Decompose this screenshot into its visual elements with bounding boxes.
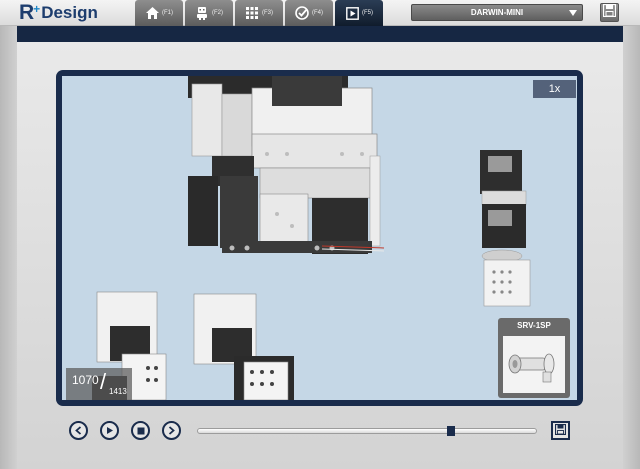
main-assembly [188, 76, 385, 254]
play-icon [345, 6, 359, 20]
chevron-left-icon [74, 422, 83, 440]
grid-icon [245, 6, 259, 20]
frame-side-right [623, 26, 640, 469]
step-total: 1413 [109, 387, 127, 396]
assembly-viewport: 1x 1070 / 1413 SRV-1SP [56, 70, 583, 406]
logo-design: Design [41, 3, 98, 22]
robot-icon [195, 6, 209, 20]
tab-key-label: (F4) [312, 10, 323, 16]
model-select-value: DARWIN-MINI [470, 8, 524, 17]
check-icon [295, 6, 309, 20]
frame-side-left [0, 26, 17, 469]
play-icon [105, 422, 114, 440]
zoom-level-badge[interactable]: 1x [533, 80, 576, 98]
model-select[interactable]: DARWIN-MINI [411, 4, 583, 21]
floppy-disk-icon [602, 3, 617, 22]
mode-tabs: (F1) (F2) (F3) (F4) (F5) [135, 0, 383, 26]
tab-key-label: (F3) [262, 10, 273, 16]
logo-r: R [19, 1, 34, 24]
app-logo: R + Design [19, 1, 98, 24]
export-button[interactable] [551, 421, 570, 440]
tab-home[interactable]: (F1) [135, 0, 183, 26]
next-step-button[interactable] [162, 421, 181, 440]
floppy-disk-icon [554, 422, 567, 440]
part-preview-image [503, 336, 565, 393]
save-button[interactable] [600, 3, 619, 22]
play-button[interactable] [100, 421, 119, 440]
servo-stack [480, 150, 531, 307]
stop-icon [137, 422, 145, 440]
step-timeline-slider[interactable] [197, 426, 537, 436]
tab-key-label: (F2) [212, 10, 223, 16]
assembly-canvas[interactable]: 1x 1070 / 1413 SRV-1SP [62, 76, 577, 400]
chevron-down-icon [569, 10, 577, 16]
tab-play[interactable]: (F5) [335, 0, 383, 26]
previous-step-button[interactable] [69, 421, 88, 440]
logo-plus: + [33, 1, 41, 16]
timeline-thumb[interactable] [447, 426, 455, 436]
step-separator: / [100, 369, 107, 394]
part-preview: SRV-1SP [498, 318, 570, 398]
part-name: SRV-1SP [517, 321, 551, 330]
tab-grid[interactable]: (F3) [235, 0, 283, 26]
header-band [17, 26, 623, 42]
home-icon [145, 6, 159, 20]
stop-button[interactable] [131, 421, 150, 440]
tab-robot[interactable]: (F2) [185, 0, 233, 26]
tab-key-label: (F1) [162, 10, 173, 16]
step-current: 1070 [72, 373, 99, 387]
tab-key-label: (F5) [362, 10, 373, 16]
top-bar: R + Design (F1) (F2) (F3) (F4) (F5) DARW… [0, 0, 640, 26]
chevron-right-icon [167, 422, 176, 440]
tab-check[interactable]: (F4) [285, 0, 333, 26]
step-counter: 1070 / 1413 [66, 368, 132, 400]
